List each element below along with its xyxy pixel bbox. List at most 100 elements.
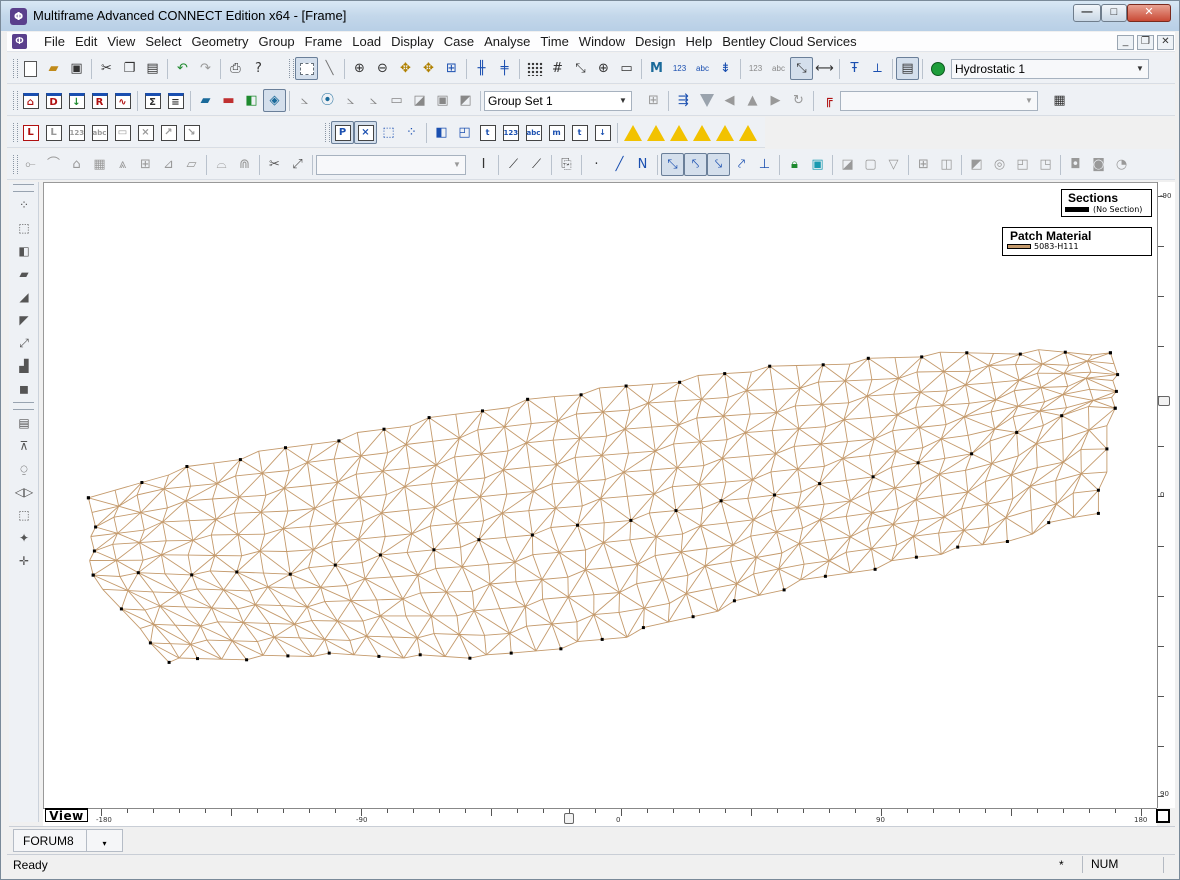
extend-member-icon[interactable]: ⤢ xyxy=(286,153,309,176)
crosshair-icon[interactable]: ⊕ xyxy=(592,57,615,80)
zoom-fit-icon[interactable]: ⊞ xyxy=(440,57,463,80)
mesh-node[interactable] xyxy=(92,549,96,553)
hull-mesh-drawing[interactable] xyxy=(44,183,1157,808)
region-tool-icon[interactable]: ⬚ xyxy=(12,504,36,526)
patch-number-icon[interactable]: 123 xyxy=(499,121,522,144)
mesh-node[interactable] xyxy=(871,475,875,479)
lock-icon[interactable]: 🔒︎ xyxy=(783,153,806,176)
open-folder-icon[interactable]: ▰ xyxy=(42,57,65,80)
close-button[interactable]: ✕ xyxy=(1127,4,1171,22)
mesh-node[interactable] xyxy=(526,397,530,401)
menu-file[interactable]: File xyxy=(39,34,70,50)
patch-material-icon[interactable]: ◰ xyxy=(453,121,476,144)
mesh-node[interactable] xyxy=(965,351,969,355)
warning-thickness-icon[interactable] xyxy=(713,121,736,144)
length-label-icon[interactable]: L xyxy=(19,121,42,144)
mesh-node[interactable] xyxy=(916,461,920,465)
patch-quad-icon[interactable]: ◪ xyxy=(836,153,859,176)
menu-frame[interactable]: Frame xyxy=(300,34,348,50)
member-ends-icon[interactable]: ⟷ xyxy=(813,57,836,80)
import-dxf-icon[interactable]: ⎘ xyxy=(555,153,578,176)
frame-view-canvas[interactable]: Sections (No Section) Patch Material 508… xyxy=(43,182,1157,808)
patch-name-icon[interactable]: abc xyxy=(522,121,545,144)
maximize-button[interactable]: □ xyxy=(1101,4,1127,22)
mesh-node[interactable] xyxy=(782,588,786,592)
plot-window-icon[interactable]: ∿ xyxy=(111,89,134,112)
support-tool-icon[interactable]: ⊼ xyxy=(12,435,36,457)
mesh-node[interactable] xyxy=(1047,521,1051,525)
help-icon[interactable]: ? xyxy=(247,57,270,80)
mesh-node[interactable] xyxy=(245,658,249,662)
group-set-select[interactable]: Group Set 1 ▼ xyxy=(484,90,632,111)
warning-length-icon[interactable] xyxy=(621,121,644,144)
axis-label-icon[interactable]: ⟂ xyxy=(866,57,889,80)
redo-icon[interactable]: ↷ xyxy=(194,57,217,80)
mesh-node[interactable] xyxy=(719,499,723,503)
section-select[interactable]: ▼ xyxy=(316,154,466,175)
ruler-corner-box[interactable] xyxy=(1156,809,1170,823)
group-grid-icon[interactable]: ⊞ xyxy=(642,89,665,112)
patch-split-icon[interactable]: ◩ xyxy=(965,153,988,176)
select-line-icon[interactable]: ╲ xyxy=(318,57,341,80)
mesh-node[interactable] xyxy=(382,427,386,431)
menu-analyse[interactable]: Analyse xyxy=(479,34,535,50)
slab-tool-icon[interactable]: ▰ xyxy=(12,263,36,285)
iso-view-icon[interactable]: ◩ xyxy=(454,89,477,112)
mesh-node[interactable] xyxy=(600,637,604,641)
member-length-icon[interactable]: L xyxy=(42,121,65,144)
mesh-node[interactable] xyxy=(691,615,695,619)
mesh-node[interactable] xyxy=(970,452,974,456)
design-group-icon[interactable]: ╔ xyxy=(817,89,840,112)
mesh-node[interactable] xyxy=(1096,511,1100,515)
result-window-icon[interactable]: R xyxy=(88,89,111,112)
patch-rect-icon[interactable]: ▢ xyxy=(859,153,882,176)
patch-cone-icon[interactable]: ◔ xyxy=(1110,153,1133,176)
mesh-node[interactable] xyxy=(768,364,772,368)
document-menu-icon[interactable]: Φ xyxy=(12,34,27,49)
mesh-node[interactable] xyxy=(559,647,563,651)
mesh-node[interactable] xyxy=(674,509,678,513)
draw-frame-icon[interactable]: ⌂ xyxy=(65,153,88,176)
mesh-node[interactable] xyxy=(1063,350,1067,354)
menu-time[interactable]: Time xyxy=(535,34,573,50)
patch-thickness-icon[interactable]: ◧ xyxy=(430,121,453,144)
mesh-node[interactable] xyxy=(773,493,776,497)
node-tool-icon[interactable]: ⁘ xyxy=(12,194,36,216)
mesh-node[interactable] xyxy=(1005,540,1009,543)
mesh-node[interactable] xyxy=(432,548,436,552)
mesh-node[interactable] xyxy=(914,555,918,559)
warning-number-icon[interactable] xyxy=(644,121,667,144)
member-label-icon[interactable]: M xyxy=(645,57,668,80)
mesh-node[interactable] xyxy=(418,653,422,657)
mesh-node[interactable] xyxy=(337,439,341,443)
load-left-icon[interactable]: ◀ xyxy=(718,89,741,112)
side-view-icon[interactable]: ◪ xyxy=(408,89,431,112)
mesh-node[interactable] xyxy=(1105,447,1109,451)
moment-icon[interactable]: ↻ xyxy=(787,89,810,112)
mesh-node[interactable] xyxy=(427,416,431,420)
menu-edit[interactable]: Edit xyxy=(70,34,102,50)
section-shape-icon[interactable]: ▰ xyxy=(194,89,217,112)
table-grid-icon[interactable]: ▦ xyxy=(1048,89,1071,112)
mesh-node[interactable] xyxy=(327,651,331,655)
rotate-icon[interactable]: ✥ xyxy=(417,57,440,80)
section-plate-icon[interactable]: ▬ xyxy=(217,89,240,112)
mesh-node[interactable] xyxy=(723,372,727,376)
select-box-icon[interactable] xyxy=(295,57,318,80)
patch-tri-icon[interactable]: ▽ xyxy=(882,153,905,176)
patch-extrude-icon[interactable]: ◰ xyxy=(1011,153,1034,176)
mesh-node[interactable] xyxy=(468,656,472,660)
patch-cross-icon[interactable]: ⨯ xyxy=(354,121,377,144)
block-tool-icon[interactable]: ◼ xyxy=(12,378,36,400)
mesh-node[interactable] xyxy=(530,533,534,537)
render-solid-icon[interactable]: ◈ xyxy=(263,89,286,112)
print-icon[interactable]: ⎙ xyxy=(224,57,247,80)
mesh-node[interactable] xyxy=(1108,351,1112,355)
patch-cylinder-icon[interactable]: ◙ xyxy=(1087,153,1110,176)
mesh-node[interactable] xyxy=(94,525,98,529)
mesh-node[interactable] xyxy=(579,393,583,397)
pin-tool-icon[interactable]: ✦ xyxy=(12,527,36,549)
mesh-node[interactable] xyxy=(1116,373,1120,377)
mesh-node[interactable] xyxy=(119,607,123,611)
mesh-node[interactable] xyxy=(823,574,827,578)
